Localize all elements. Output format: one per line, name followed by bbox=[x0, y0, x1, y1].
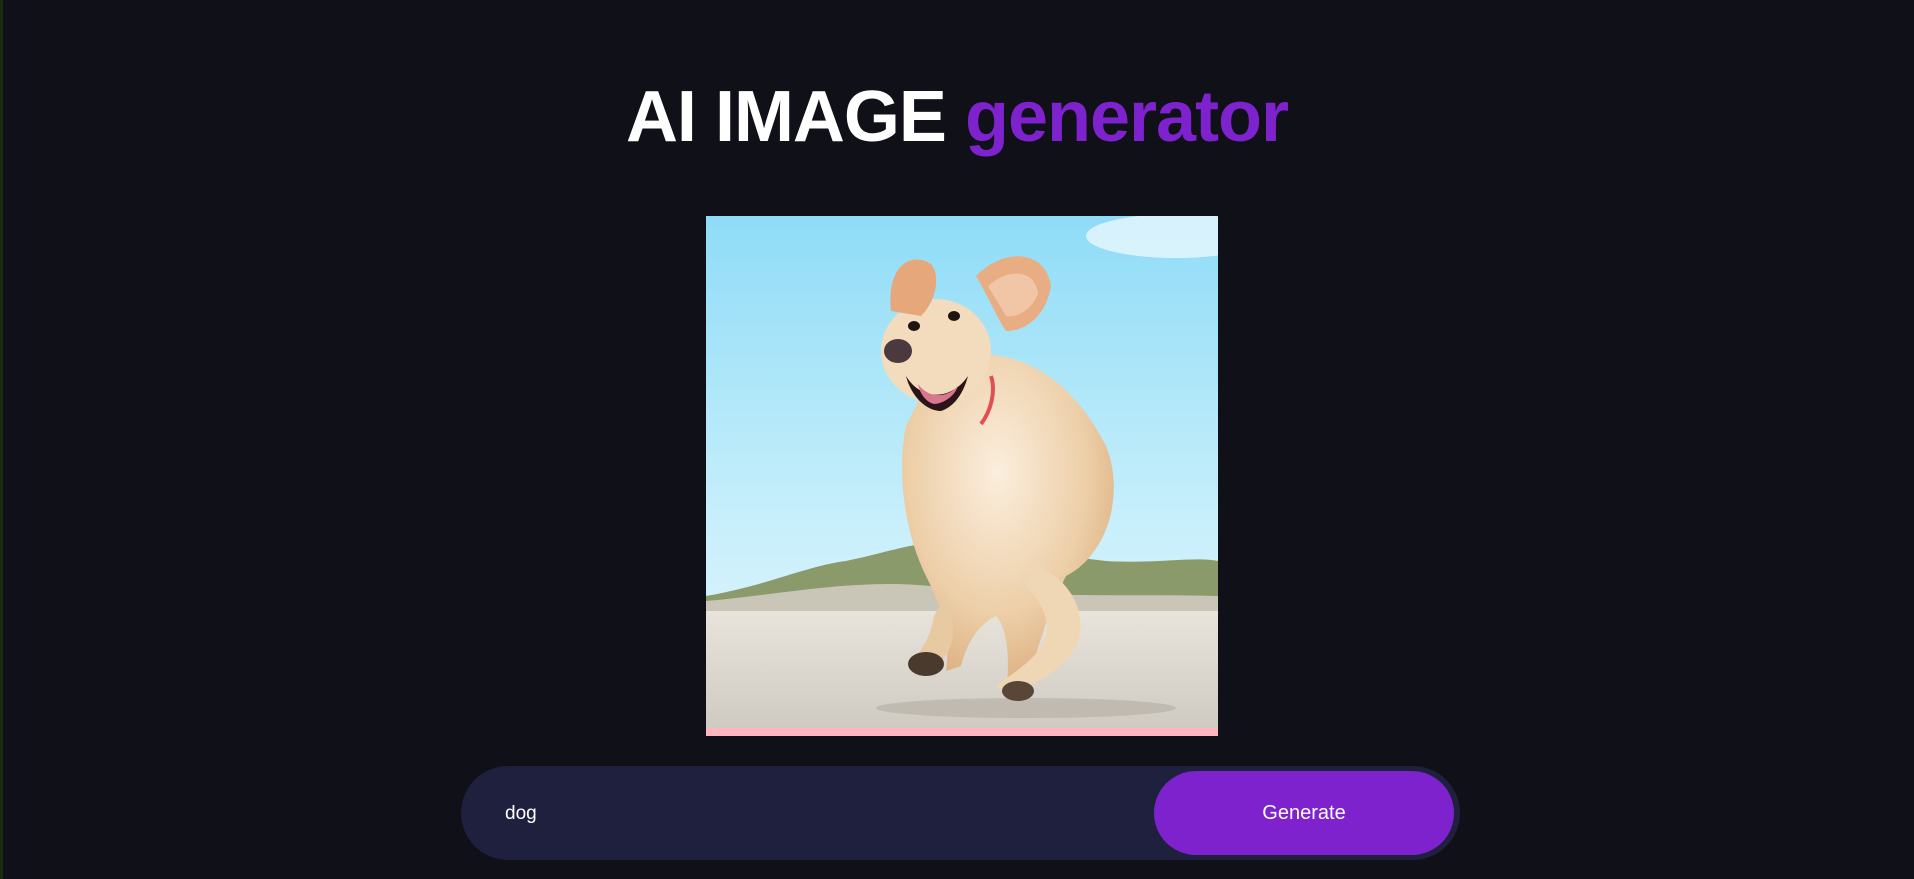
title-main: AI IMAGE bbox=[625, 77, 947, 157]
app-page: AI IMAGE generator dog Generate bbox=[0, 0, 1914, 879]
loading-progress-bar bbox=[706, 728, 1218, 736]
prompt-bar: Generate bbox=[461, 766, 1460, 860]
page-title: AI IMAGE generator bbox=[0, 72, 1914, 162]
title-accent: generator bbox=[964, 77, 1289, 157]
generate-button[interactable]: Generate bbox=[1154, 771, 1454, 855]
dog-image-illustration bbox=[706, 216, 1218, 728]
prompt-input[interactable] bbox=[503, 788, 1107, 840]
generated-image bbox=[706, 216, 1218, 736]
